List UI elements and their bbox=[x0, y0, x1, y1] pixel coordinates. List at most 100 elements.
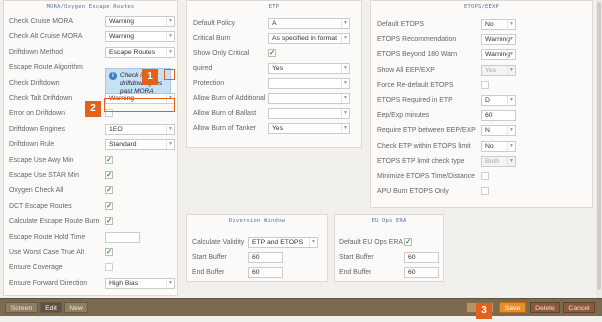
etops-eep-exp-minutes-input[interactable]: 60 bbox=[481, 110, 516, 122]
etp-quired-select[interactable]: Yes ▼ bbox=[268, 63, 350, 74]
diversion-calculate-validity-select[interactable]: ETP and ETOPS ▼ bbox=[248, 237, 318, 248]
mora-check-alt-cruise-mora-value: Warning bbox=[109, 33, 135, 41]
euops-default-eu-ops-era-label: Default EU Ops ERA bbox=[339, 239, 403, 246]
mora-calculate-escape-route-burn-label: Calculate Escape Route Burn bbox=[9, 218, 100, 226]
mora-ensure-coverage-checkbox[interactable] bbox=[105, 263, 113, 272]
etops-eep-exp-minutes-label: Eep/Exp minutes bbox=[377, 112, 430, 120]
etp-default-policy-select[interactable]: A ▼ bbox=[268, 18, 350, 29]
mora-oxygen-check-all-label: Oxygen Check All bbox=[9, 187, 64, 195]
chevron-down-icon: ▼ bbox=[507, 65, 515, 75]
chevron-down-icon: ▼ bbox=[507, 156, 515, 166]
mora-driftdown-engines-select[interactable]: 1EO ▼ bbox=[105, 123, 175, 135]
info-icon: i bbox=[109, 72, 117, 80]
etops-default-etops-label: Default ETOPS bbox=[377, 21, 424, 28]
vertical-scrollbar[interactable] bbox=[596, 0, 602, 298]
mora-check-alt-cruise-mora-select[interactable]: Warning ▼ bbox=[105, 31, 175, 43]
etops-etops-required-in-etp-value: D bbox=[485, 97, 490, 104]
etops-check-etp-within-etops-limit-value: No bbox=[485, 142, 494, 150]
chevron-down-icon: ▼ bbox=[166, 17, 174, 26]
mora-use-worst-case-true-alt-label: Use Worst Case True Alt bbox=[9, 249, 85, 256]
mora-driftdown-engines-label: Driftdown Engines bbox=[9, 125, 65, 133]
diversion-panel-title: Diversion Window bbox=[228, 218, 286, 224]
etops-check-etp-within-etops-limit-select[interactable]: No ▼ bbox=[481, 140, 516, 152]
scrollbar-thumb[interactable] bbox=[597, 2, 601, 290]
chevron-down-icon: ▼ bbox=[341, 34, 349, 43]
mora-driftdown-method-select[interactable]: Escape Routes ▼ bbox=[105, 46, 175, 58]
euops-default-eu-ops-era-checkbox[interactable]: ✓ bbox=[404, 238, 412, 246]
mora-escape-use-star-min-checkbox[interactable]: ✓ bbox=[105, 171, 113, 179]
diversion-start-buffer-input[interactable]: 60 bbox=[248, 252, 283, 263]
etp-allow-burn-of-tanker-label: Allow Burn of Tanker bbox=[193, 125, 257, 132]
euops-panel-title: EU Ops ERA bbox=[371, 218, 407, 224]
step-marker-2: 2 bbox=[85, 101, 101, 117]
etops-etops-etp-limit-check-type-label: ETOPS ETP limit check type bbox=[377, 157, 465, 165]
edit-button[interactable]: Edit bbox=[40, 302, 62, 313]
etops-default-etops-select[interactable]: No ▼ bbox=[481, 19, 516, 30]
mora-ensure-forward-direction-select[interactable]: High Bias ▼ bbox=[105, 277, 175, 289]
cancel-button[interactable]: Cancel bbox=[563, 302, 595, 313]
screen-button[interactable]: Screen bbox=[5, 302, 38, 313]
mora-oxygen-check-all-checkbox[interactable]: ✓ bbox=[105, 186, 113, 195]
etops-etops-recommendation-select[interactable]: Warning ▼ bbox=[481, 34, 516, 46]
mora-dct-escape-routes-checkbox[interactable]: ✓ bbox=[105, 201, 113, 210]
chevron-down-icon: ▼ bbox=[341, 19, 349, 28]
chevron-down-icon: ▼ bbox=[341, 64, 349, 73]
etops-panel-title: ETOPS/EEXP bbox=[463, 4, 500, 10]
mora-check-driftdown-label: Check Driftdown bbox=[9, 79, 60, 87]
etp-allow-burn-of-ballast-select[interactable]: ▼ bbox=[268, 108, 350, 119]
etops-force-re-default-etops-checkbox[interactable] bbox=[481, 80, 489, 89]
etops-etops-etp-limit-check-type-select[interactable]: Both ▼ bbox=[481, 155, 516, 167]
etops-require-etp-between-eep-exp-label: Require ETP between EEP/EXP bbox=[377, 127, 476, 135]
chevron-down-icon: ▼ bbox=[507, 50, 515, 60]
mora-check-cruise-mora-value: Warning bbox=[109, 18, 135, 25]
etops-etops-required-in-etp-select[interactable]: D ▼ bbox=[481, 95, 516, 106]
etp-quired-value: Yes bbox=[272, 65, 284, 72]
etops-etops-etp-limit-check-type-value: Both bbox=[485, 157, 499, 165]
mora-escape-route-hold-time-input[interactable] bbox=[105, 231, 140, 243]
euops-start-buffer-input[interactable]: 60 bbox=[404, 252, 439, 263]
etp-default-policy-value: A bbox=[272, 20, 277, 27]
chevron-down-icon: ▼ bbox=[166, 32, 174, 42]
chevron-down-icon: ▼ bbox=[166, 278, 174, 288]
etops-etops-beyond-180-warn-select[interactable]: Warning ▼ bbox=[481, 49, 516, 61]
etops-apu-burn-etops-only-checkbox[interactable] bbox=[481, 187, 489, 196]
mora-error-on-driftdown-label: Error on Driftdown bbox=[9, 110, 65, 118]
mora-check-talt-driftdown-label: Check Talt Driftdown bbox=[9, 95, 73, 102]
etops-minimize-etops-time-distance-checkbox[interactable] bbox=[481, 172, 489, 180]
etp-critical-burn-select[interactable]: As specified in format ▼ bbox=[268, 33, 350, 44]
etp-show-only-critical-checkbox[interactable]: ✓ bbox=[268, 49, 276, 57]
save-button[interactable]: Save bbox=[499, 302, 526, 313]
highlight-talt-select bbox=[104, 98, 175, 112]
mora-check-alt-cruise-mora-label: Check Alt Cruise MORA bbox=[9, 33, 83, 41]
mora-driftdown-rule-select[interactable]: Standard ▼ bbox=[105, 139, 175, 151]
mora-driftdown-method-label: Driftdown Method bbox=[9, 48, 64, 56]
chevron-down-icon: ▼ bbox=[507, 126, 515, 136]
mora-use-worst-case-true-alt-checkbox[interactable]: ✓ bbox=[105, 248, 113, 256]
etp-panel-title: ETP bbox=[268, 4, 280, 10]
etops-require-etp-between-eep-exp-select[interactable]: N ▼ bbox=[481, 125, 516, 137]
mora-escape-use-awy-min-label: Escape Use Awy Min bbox=[9, 156, 74, 164]
euops-start-buffer-label: Start Buffer bbox=[339, 254, 374, 261]
etp-default-policy-label: Default Policy bbox=[193, 20, 236, 27]
mora-check-cruise-mora-select[interactable]: Warning ▼ bbox=[105, 16, 175, 27]
mora-driftdown-engines-value: 1EO bbox=[109, 125, 123, 133]
chevron-down-icon: ▼ bbox=[166, 47, 174, 57]
mora-calculate-escape-route-burn-checkbox[interactable]: ✓ bbox=[105, 217, 113, 226]
etp-allow-burn-of-tanker-select[interactable]: Yes ▼ bbox=[268, 123, 350, 134]
new-button[interactable]: New bbox=[64, 302, 88, 313]
delete-button[interactable]: Delete bbox=[530, 302, 560, 313]
chevron-down-icon: ▼ bbox=[341, 79, 349, 88]
mora-escape-route-hold-time-label: Escape Route Hold Time bbox=[9, 233, 86, 241]
etp-protection-select[interactable]: ▼ bbox=[268, 78, 350, 89]
etops-default-etops-value: No bbox=[485, 21, 494, 28]
etp-allow-burn-of-tanker-value: Yes bbox=[272, 125, 284, 132]
mora-escape-use-awy-min-checkbox[interactable]: ✓ bbox=[105, 155, 113, 164]
etp-allow-burn-of-additional-select[interactable]: ▼ bbox=[268, 93, 350, 104]
driftdown-tooltip: i Check if driftdown goes past MORA bbox=[105, 68, 171, 95]
diversion-end-buffer-label: End Buffer bbox=[192, 269, 225, 276]
mora-ensure-forward-direction-value: High Bias bbox=[109, 279, 139, 287]
etops-show-all-eep-exp-select[interactable]: Yes ▼ bbox=[481, 64, 516, 76]
euops-end-buffer-input[interactable]: 60 bbox=[404, 267, 439, 278]
mora-panel-title: MORA/Oxygen Escape Routes bbox=[46, 4, 135, 10]
diversion-end-buffer-input[interactable]: 60 bbox=[248, 267, 283, 278]
